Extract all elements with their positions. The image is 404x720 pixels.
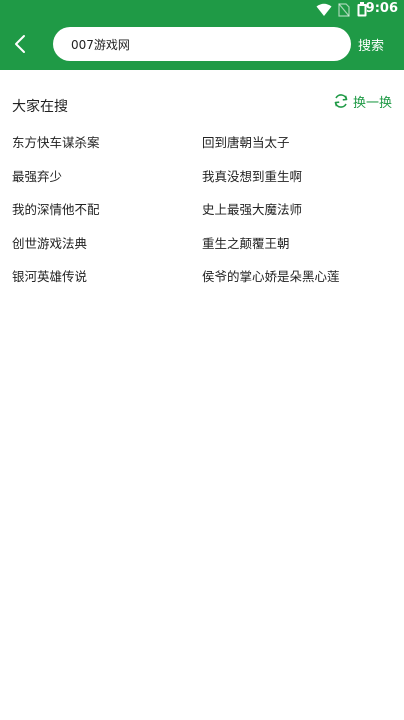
hot-search-item[interactable]: 最强弃少 <box>12 166 62 185</box>
hot-search-item[interactable]: 回到唐朝当太子 <box>202 132 290 151</box>
header-bar: 9:06 搜索 <box>0 0 404 70</box>
chevron-left-icon <box>15 35 25 53</box>
hot-search-item[interactable]: 侯爷的掌心娇是朵黑心莲 <box>202 266 340 285</box>
hot-search-item[interactable]: 我真没想到重生啊 <box>202 166 302 185</box>
refresh-button[interactable]: 换一换 <box>333 92 393 111</box>
refresh-label: 换一换 <box>353 95 393 111</box>
hot-search-item[interactable]: 创世游戏法典 <box>12 233 87 252</box>
status-bar: 9:06 <box>0 0 404 20</box>
search-box <box>53 27 351 61</box>
hot-search-item[interactable]: 我的深情他不配 <box>12 199 100 218</box>
wifi-icon <box>316 3 332 16</box>
search-input[interactable] <box>71 27 341 61</box>
hot-search-item[interactable]: 东方快车谋杀案 <box>12 132 100 151</box>
hot-search-item[interactable]: 重生之颠覆王朝 <box>202 233 290 252</box>
no-sim-icon <box>338 3 350 17</box>
refresh-icon <box>334 94 348 108</box>
search-button[interactable]: 搜索 <box>358 35 384 54</box>
hot-search-item[interactable]: 银河英雄传说 <box>12 266 87 285</box>
hot-search-title: 大家在搜 <box>12 99 68 115</box>
status-time: 9:06 <box>365 1 398 16</box>
back-button[interactable] <box>6 30 34 58</box>
hot-search-item[interactable]: 史上最强大魔法师 <box>202 199 302 218</box>
